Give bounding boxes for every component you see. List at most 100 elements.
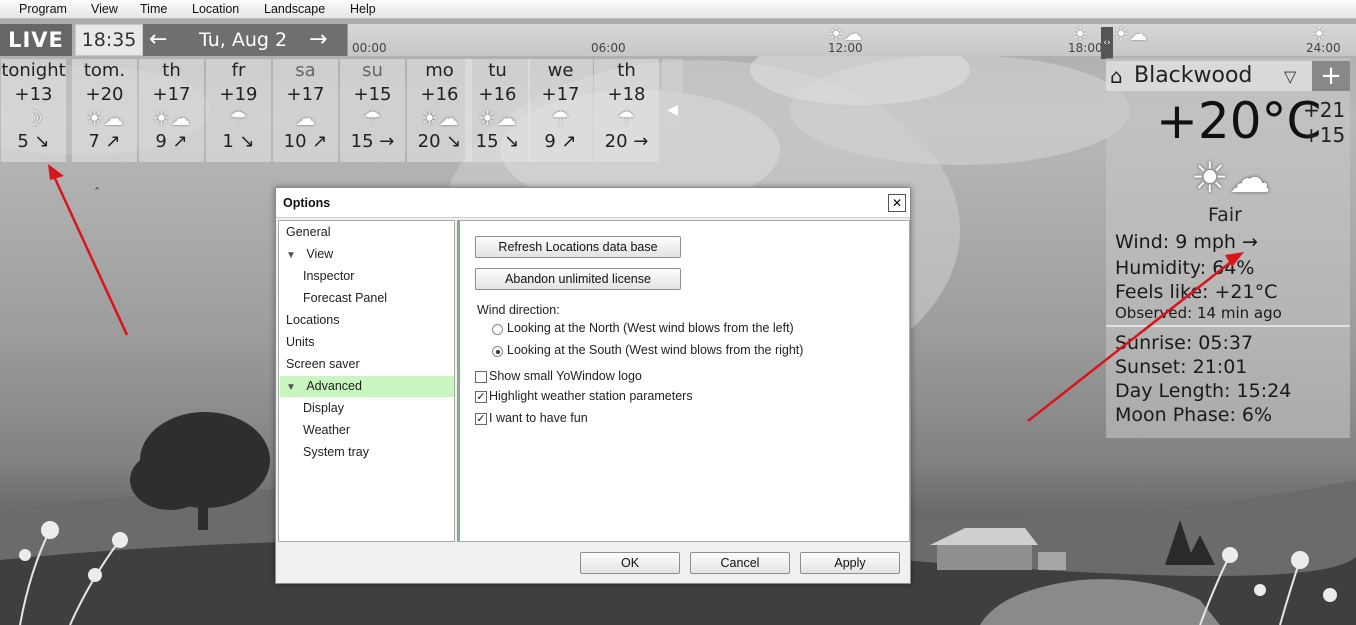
- tree-item-view[interactable]: ▼ View: [286, 244, 333, 265]
- tree-item-forecast-panel[interactable]: Forecast Panel: [303, 288, 387, 309]
- tree-item-weather[interactable]: Weather: [303, 420, 350, 441]
- forecast-day-name: th: [617, 60, 636, 81]
- panel-divider: [1106, 325, 1350, 327]
- expand-triangle-icon[interactable]: ▼: [286, 250, 296, 261]
- humidity-value: 64%: [1212, 257, 1255, 279]
- collapse-forecast-icon[interactable]: ◀: [662, 59, 683, 162]
- menu-help[interactable]: Help: [350, 2, 376, 16]
- have-fun-label[interactable]: I want to have fun: [489, 411, 588, 425]
- forecast-day[interactable]: su +15 ☂ 15 →: [340, 59, 405, 162]
- ok-button[interactable]: OK: [580, 552, 680, 574]
- day-length-value: 15:24: [1236, 380, 1292, 402]
- forecast-temp: +13: [14, 84, 53, 105]
- observed-row: Observed: 14 min ago: [1115, 304, 1282, 322]
- forecast-day-name: su: [362, 60, 383, 81]
- menu-location[interactable]: Location: [192, 2, 239, 16]
- tree-item-label: Forecast Panel: [303, 291, 388, 305]
- forecast-day[interactable]: fr +19 ☂ 1 ↘: [206, 59, 271, 162]
- show-logo-label[interactable]: Show small YoWindow logo: [489, 369, 642, 383]
- menu-view[interactable]: View: [91, 2, 118, 16]
- forecast-temp: +17: [541, 84, 580, 105]
- location-name[interactable]: Blackwood: [1134, 63, 1252, 88]
- low-temperature: +15: [1303, 123, 1346, 147]
- highlight-parameters-checkbox[interactable]: ✓: [475, 391, 487, 403]
- live-button[interactable]: LIVE: [0, 24, 72, 56]
- radio-looking-south[interactable]: [492, 346, 503, 357]
- forecast-day[interactable]: we +17 ☂ 9 ↗: [528, 59, 593, 162]
- add-location-button[interactable]: +: [1312, 61, 1350, 91]
- forecast-wind: 7 ↗: [88, 131, 121, 152]
- tree-item-screen-saver[interactable]: Screen saver: [286, 354, 360, 375]
- radio-north-label[interactable]: Looking at the North (West wind blows fr…: [507, 321, 794, 335]
- abandon-license-button[interactable]: Abandon unlimited license: [475, 268, 681, 290]
- current-time[interactable]: 18:35: [75, 24, 143, 56]
- forecast-wind: 9 ↗: [155, 131, 188, 152]
- forecast-wind: 15 →: [350, 131, 395, 152]
- menu-landscape[interactable]: Landscape: [264, 2, 325, 16]
- sun-icon: ☀☁: [828, 24, 863, 45]
- forecast-temp: +16: [420, 84, 459, 105]
- tree-item-locations[interactable]: Locations: [286, 310, 340, 331]
- forecast-day[interactable]: th +18 ☂ 20 →: [594, 59, 659, 162]
- previous-day-arrow-icon[interactable]: ←: [149, 24, 167, 56]
- forecast-day[interactable]: mo +16 ☀☁ 20 ↘: [407, 59, 472, 162]
- wind-label: Wind:: [1115, 231, 1170, 253]
- refresh-locations-button[interactable]: Refresh Locations data base: [475, 236, 681, 258]
- forecast-day[interactable]: th +17 ☀☁ 9 ↗: [139, 59, 204, 162]
- sunrise-value: 05:37: [1198, 332, 1254, 354]
- location-header: ⌂ Blackwood ▽ +: [1106, 61, 1350, 91]
- tree-item-advanced[interactable]: ▼ Advanced: [280, 376, 454, 397]
- sunset-value: 21:01: [1192, 356, 1248, 378]
- forecast-wind: 20 ↘: [417, 131, 462, 152]
- day-length-label: Day Length:: [1115, 380, 1231, 402]
- current-date: Tu, Aug 2: [199, 29, 288, 51]
- show-logo-checkbox[interactable]: [475, 371, 487, 383]
- home-icon[interactable]: ⌂: [1110, 64, 1123, 88]
- forecast-wind: 15 ↘: [475, 131, 520, 152]
- forecast-day-name: tonight: [1, 60, 66, 81]
- radio-south-label[interactable]: Looking at the South (West wind blows fr…: [507, 343, 803, 357]
- forecast-day[interactable]: tonight +13 ☽ 5 ↘: [1, 59, 66, 162]
- day-timeline[interactable]: 00:00 06:00 12:00 18:00 24:00 ☀☁ ☀ ☀☁ ☀ …: [347, 24, 1356, 59]
- location-dropdown-icon[interactable]: ▽: [1284, 67, 1296, 86]
- apply-button[interactable]: Apply: [800, 552, 900, 574]
- observed-label: Observed:: [1115, 304, 1193, 322]
- rain-icon: ☂: [617, 106, 636, 130]
- moon-icon: ☽: [24, 106, 43, 130]
- partly-cloudy-icon: ☀☁: [1191, 153, 1271, 202]
- have-fun-checkbox[interactable]: ✓: [475, 413, 487, 425]
- tree-item-label: System tray: [303, 445, 369, 459]
- tree-item-display[interactable]: Display: [303, 398, 344, 419]
- forecast-day[interactable]: sa +17 ☁ 10 ↗: [273, 59, 338, 162]
- radio-looking-north[interactable]: [492, 324, 503, 335]
- forecast-day[interactable]: tu +16 ☀☁ 15 ↘: [465, 59, 530, 162]
- wind-row: Wind: 9 mph →: [1115, 231, 1258, 253]
- wind-direction-label: Wind direction:: [477, 303, 560, 317]
- expand-triangle-icon[interactable]: ▼: [286, 382, 296, 393]
- menu-bar: Program View Time Location Landscape Hel…: [0, 0, 1356, 19]
- tree-item-units[interactable]: Units: [286, 332, 314, 353]
- forecast-wind: 10 ↗: [283, 131, 328, 152]
- partly-cloudy-icon: ☀☁: [420, 106, 459, 130]
- cancel-button[interactable]: Cancel: [690, 552, 790, 574]
- options-tree: General ▼ View Inspector Forecast Panel …: [278, 220, 455, 542]
- current-weather-panel: ⌂ Blackwood ▽ + +20°C +21 +15 ☀☁ Fair Wi…: [1106, 58, 1350, 438]
- tree-item-inspector[interactable]: Inspector: [303, 266, 354, 287]
- menu-program[interactable]: Program: [19, 2, 67, 16]
- highlight-parameters-label[interactable]: Highlight weather station parameters: [489, 389, 693, 403]
- timeline-tick: 00:00: [352, 41, 387, 55]
- moon-phase-value: 6%: [1241, 404, 1273, 426]
- rain-icon: ☂: [551, 106, 570, 130]
- next-day-arrow-icon[interactable]: →: [309, 24, 327, 56]
- tree-item-label: General: [286, 225, 331, 239]
- timeline-divider-handle[interactable]: ‹›: [1101, 27, 1113, 59]
- moon-phase-label: Moon Phase:: [1115, 404, 1236, 426]
- close-icon[interactable]: ✕: [888, 194, 906, 212]
- dialog-title: Options: [283, 196, 331, 210]
- tree-item-system-tray[interactable]: System tray: [303, 442, 369, 463]
- tree-item-general[interactable]: General: [286, 222, 330, 243]
- forecast-day-name: tu: [488, 60, 507, 81]
- menu-time[interactable]: Time: [140, 2, 167, 16]
- tree-item-label: Display: [303, 401, 344, 415]
- forecast-day[interactable]: tom. +20 ☀☁ 7 ↗: [72, 59, 137, 162]
